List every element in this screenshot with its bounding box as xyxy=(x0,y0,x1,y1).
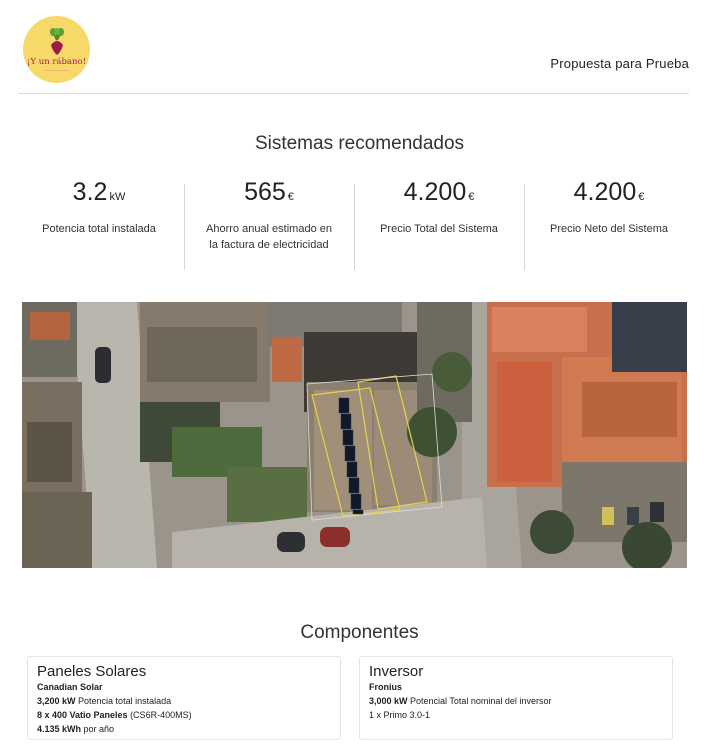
stat-total-price: 4.200 € Precio Total del Sistema xyxy=(354,178,524,270)
solar-panels-card: Paneles Solares Canadian Solar 3,200 kW … xyxy=(27,656,341,740)
company-logo: ¡Y un rábano! ———————— xyxy=(23,16,90,83)
satellite-image xyxy=(22,302,687,568)
panel-brand: Canadian Solar xyxy=(37,682,103,692)
stat-unit: € xyxy=(287,191,294,203)
stat-annual-savings: 565 € Ahorro anual estimado en la factura… xyxy=(184,178,354,270)
inverter-model: 1 x Primo 3.0-1 xyxy=(369,710,431,720)
logo-text: ¡Y un rábano! xyxy=(26,56,87,67)
beet-icon xyxy=(49,27,64,55)
panel-power: 3,200 kW Potencia total instalada xyxy=(37,696,172,706)
components-title: Componentes xyxy=(300,622,419,643)
inverter-power: 3,000 kW Potencial Total nominal del inv… xyxy=(369,696,552,706)
stat-unit: € xyxy=(468,191,475,203)
logo-tagline: ———————— xyxy=(44,67,69,72)
stat-description: Ahorro anual estimado en la factura de e… xyxy=(206,223,332,251)
stat-unit: kW xyxy=(109,191,126,203)
inverter-brand: Fronius xyxy=(369,682,402,692)
stat-value: 4.200 € xyxy=(573,178,645,206)
inverter-card: Inversor Fronius 3,000 kW Potencial Tota… xyxy=(359,656,673,740)
stat-description: Precio Neto del Sistema xyxy=(550,223,668,235)
header: ¡Y un rábano! ———————— Propuesta para Pr… xyxy=(0,0,719,95)
stats-row: 3.2 kW Potencia total instalada 565 € Ahor… xyxy=(14,178,694,270)
stat-description: Precio Total del Sistema xyxy=(380,223,498,235)
stat-total-power: 3.2 kW Potencia total instalada xyxy=(14,178,184,270)
panel-count: 8 x 400 Vatio Paneles (CS6R-400MS) xyxy=(37,710,192,720)
stat-value: 565 € xyxy=(244,178,294,206)
recommended-title: Sistemas recomendados xyxy=(254,133,465,154)
card-title: Inversor xyxy=(369,663,424,680)
stat-unit: € xyxy=(638,191,645,203)
panel-production: 4.135 kWh por año xyxy=(37,724,115,734)
card-title: Paneles Solares xyxy=(37,663,147,680)
stat-description: Potencia total instalada xyxy=(42,223,156,235)
aerial-roof-map[interactable] xyxy=(22,302,687,568)
stat-value: 4.200 € xyxy=(403,178,475,206)
proposal-title: Propuesta para Prueba xyxy=(550,56,689,71)
stat-net-price: 4.200 € Precio Neto del Sistema xyxy=(524,178,694,270)
stat-value: 3.2 kW xyxy=(72,178,126,206)
header-divider xyxy=(18,93,689,94)
